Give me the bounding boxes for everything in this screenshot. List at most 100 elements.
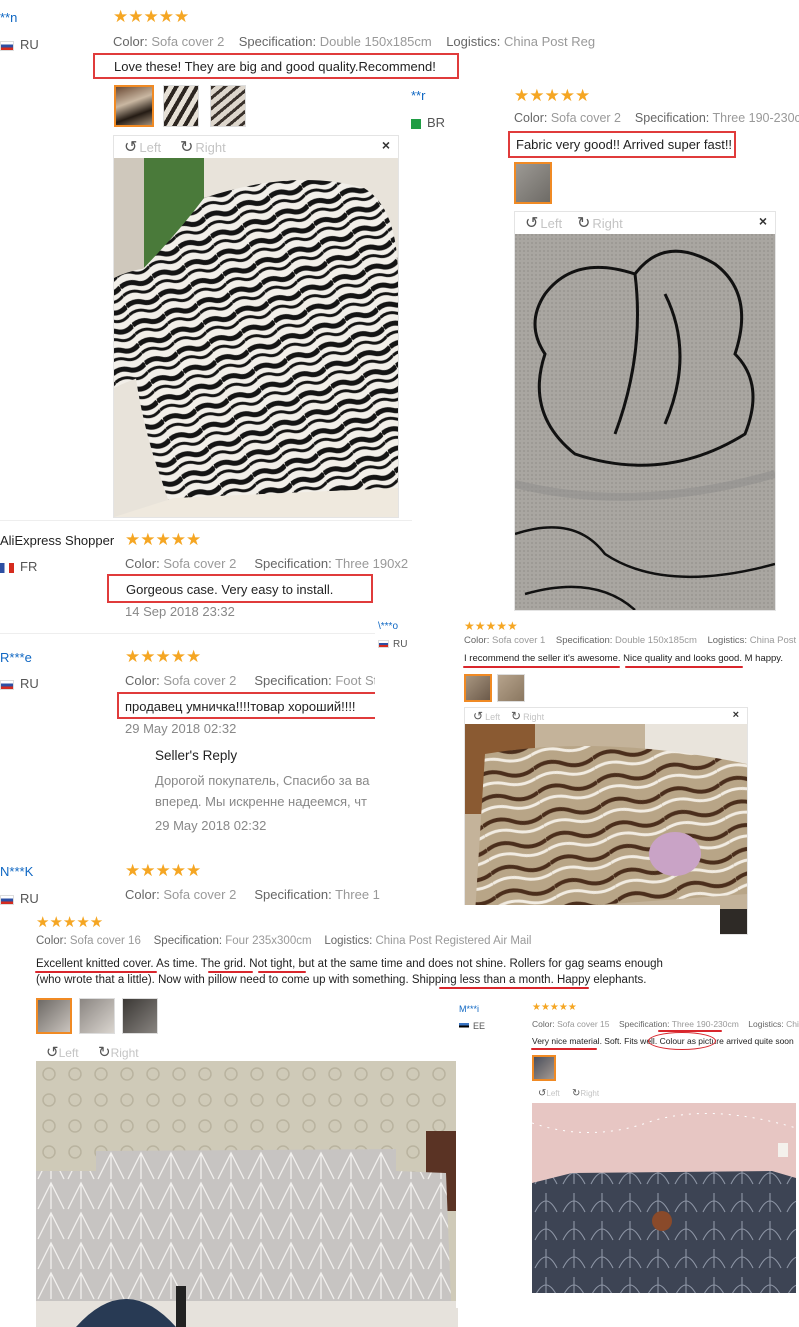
rotate-left-button[interactable]: ↺Left	[525, 213, 562, 233]
review-text-box: Fabric very good!! Arrived super fast!!	[508, 131, 736, 158]
review-photo-zebra-sofa	[114, 158, 398, 517]
reviewer-name[interactable]: N***K	[0, 864, 33, 879]
highlight-underline	[463, 666, 620, 668]
review-photo-thumb[interactable]	[514, 162, 552, 204]
viewer-toolbar: ↺ Left ↻ Right ×	[465, 708, 747, 724]
photo-viewer: ↺ Left ↻ Right ×	[464, 707, 748, 935]
review-panel-8: M***i EE ★★★★★ Color: Sofa cover 15 Spec…	[456, 998, 799, 1308]
rotate-right-icon: ↻	[511, 709, 522, 723]
reviewer-name[interactable]: **r	[411, 88, 425, 103]
country-code: RU	[20, 37, 39, 52]
review-date: 14 Sep 2018 23:32	[125, 604, 235, 619]
review-panel-2: **r BR ★★★★★ Color: Sofa cover 2 Specifi…	[405, 80, 799, 615]
country-code: BR	[427, 115, 446, 130]
zebra-sofa-picture	[114, 158, 398, 517]
rating-stars: ★★★★★	[125, 861, 202, 880]
review-photo-thumb[interactable]	[114, 85, 154, 127]
review-photo-thumb[interactable]	[163, 85, 199, 127]
reviewer-name[interactable]: **n	[0, 10, 17, 25]
reviewer-name[interactable]: AliExpress Shopper	[0, 533, 114, 548]
rotate-left-button[interactable]: ↺Left	[124, 137, 161, 157]
viewer-toolbar: ↺ Left ↻ Right ×	[114, 136, 398, 156]
review-panel-3: AliExpress Shopper FR ★★★★★ Color: Sofa …	[0, 520, 412, 633]
reviewer-name[interactable]: M***i	[459, 1004, 479, 1014]
rating-stars: ★★★★★	[125, 647, 202, 666]
rating-stars: ★★★★★	[514, 86, 591, 105]
ru-flag-icon	[0, 40, 14, 51]
review-text: продавец умничка!!!!товар хороший!!!!	[125, 699, 356, 714]
photo-viewer: ↺ Left ↻ Right ×	[514, 211, 776, 611]
close-icon[interactable]: ×	[382, 137, 390, 153]
wave-sofa-picture	[465, 724, 747, 934]
rating-stars: ★★★★★	[532, 1002, 577, 1013]
reviewer-name[interactable]: R***e	[0, 650, 32, 665]
highlight-underline	[208, 971, 253, 973]
review-text-box: продавец умничка!!!!товар хороший!!!!	[117, 692, 380, 719]
review-meta: Color: Sofa cover 16 Specification: Four…	[36, 935, 532, 947]
review-photo-wave-sofa	[465, 724, 747, 934]
br-flag-icon	[411, 118, 421, 129]
review-meta: Color: Sofa cover 2 Specification: Doubl…	[113, 34, 596, 49]
reviewer-country: RU	[0, 891, 39, 906]
review-photo-thumb[interactable]	[464, 674, 492, 702]
reviewer-country: BR	[411, 115, 445, 130]
ru-flag-icon	[0, 894, 14, 905]
review-meta: Color: Sofa cover 15 Specification: Thre…	[532, 1019, 799, 1029]
rotate-right-button[interactable]: ↻Right	[577, 213, 623, 233]
country-code: FR	[20, 559, 38, 574]
rating-stars: ★★★★★	[464, 619, 518, 633]
rotate-left-button[interactable]: ↺Left	[538, 1088, 560, 1099]
review-meta: Color: Sofa cover 2 Specification: Foot …	[125, 673, 378, 688]
review-meta: Color: Sofa cover 2 Specification: Three…	[125, 887, 380, 902]
review-panel-4: R***e RU ★★★★★ Color: Sofa cover 2 Speci…	[0, 633, 380, 854]
country-code: RU	[20, 676, 39, 691]
review-text: (who wrote that a little). Now with pill…	[36, 974, 647, 986]
review-text: I recommend the seller it's awesome. Nic…	[464, 653, 783, 664]
review-photo-dark-sofa	[532, 1103, 796, 1293]
rotate-right-button[interactable]: ↻Right	[98, 1043, 139, 1061]
review-date: 29 May 2018 02:32	[125, 721, 237, 736]
review-photo-thumb[interactable]	[497, 674, 525, 702]
seller-reply-text: Дорогой покупатель, Спасибо за ва	[155, 773, 370, 788]
rotate-right-button[interactable]: ↻Right	[511, 709, 544, 723]
review-photo-thumb[interactable]	[122, 998, 158, 1034]
close-icon[interactable]: ×	[759, 213, 767, 229]
review-panel-5: \***o RU ★★★★★ Color: Sofa cover 1 Speci…	[375, 615, 799, 935]
ru-flag-icon	[378, 640, 389, 649]
review-photo-gray-sofa	[515, 234, 775, 610]
fr-flag-icon	[0, 562, 14, 573]
close-icon[interactable]: ×	[733, 709, 739, 721]
highlight-underline	[258, 971, 306, 973]
reviewer-name[interactable]: \***o	[378, 621, 398, 632]
reviewer-country: RU	[0, 37, 39, 52]
dark-leaf-sofa-picture	[532, 1103, 796, 1293]
leaf-sofa-picture	[36, 1061, 458, 1327]
highlight-underline	[531, 1048, 597, 1050]
review-photo-thumb[interactable]	[532, 1055, 556, 1081]
rotate-right-icon: ↻	[180, 139, 194, 156]
review-text: Fabric very good!! Arrived super fast!!	[516, 137, 733, 152]
rotate-left-button[interactable]: ↺Left	[473, 709, 500, 723]
highlight-underline	[35, 971, 157, 973]
reviewer-country: RU	[378, 639, 407, 650]
rotate-right-icon: ↻	[98, 1044, 111, 1061]
country-code: RU	[393, 639, 408, 650]
review-text-box: Gorgeous case. Very easy to install.	[107, 574, 373, 603]
rotate-left-button[interactable]: ↺Left	[46, 1043, 79, 1061]
photo-viewer: ↺ Left ↻ Right ×	[113, 135, 399, 518]
rotate-right-button[interactable]: ↻Right	[572, 1088, 599, 1099]
review-photo-leaf-sofa	[36, 1061, 458, 1327]
rating-stars: ★★★★★	[36, 914, 104, 931]
rotate-left-icon: ↺	[46, 1044, 59, 1061]
country-code: EE	[473, 1021, 486, 1031]
rating-stars: ★★★★★	[113, 7, 190, 26]
seller-reply-date: 29 May 2018 02:32	[155, 818, 267, 833]
rotate-left-icon: ↺	[525, 215, 539, 232]
review-photo-thumb[interactable]	[36, 998, 72, 1034]
review-panel-6: N***K RU ★★★★★ Color: Sofa cover 2 Speci…	[0, 853, 380, 913]
review-photo-thumb[interactable]	[79, 998, 115, 1034]
review-photo-thumb[interactable]	[210, 85, 246, 127]
rotate-right-button[interactable]: ↻Right	[180, 137, 226, 157]
highlight-circle	[648, 1032, 716, 1050]
seller-reply-text: вперед. Мы искренне надеемся, чт	[155, 794, 367, 809]
